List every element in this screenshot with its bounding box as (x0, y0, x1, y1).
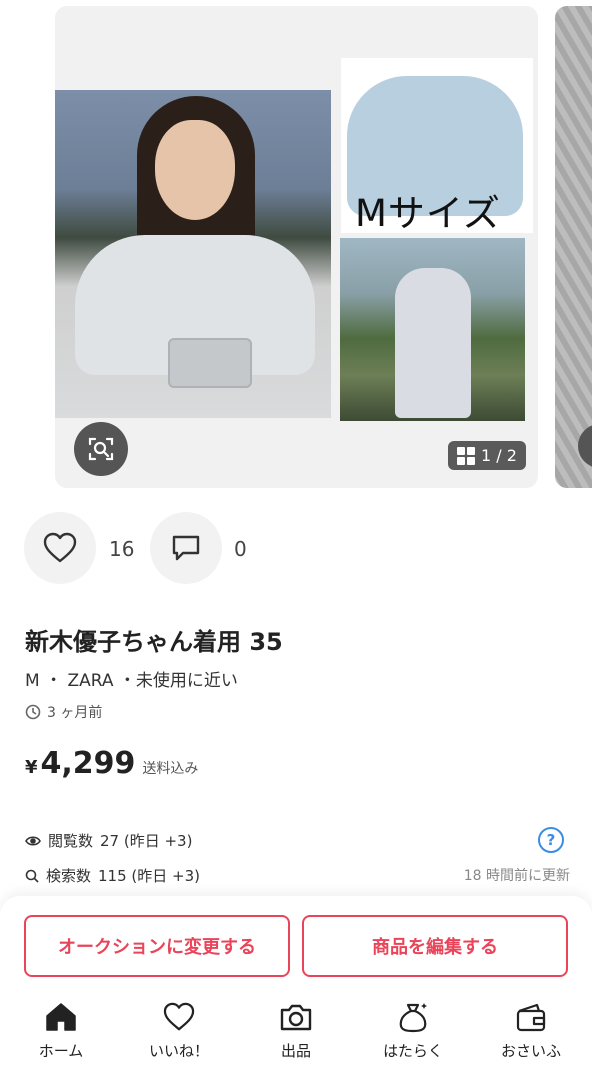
tab-likes-label: いいね！ (148, 1042, 209, 1060)
item-title: 新木優子ちゃん着用 35 (25, 628, 283, 656)
wallet-icon (516, 1003, 546, 1032)
price-currency: ¥ (25, 757, 38, 778)
help-icon[interactable]: ? (538, 827, 564, 853)
heart-icon (163, 1002, 195, 1031)
tab-wallet-label: おさいふ (500, 1042, 561, 1060)
tab-wallet[interactable]: おさいふ (476, 1000, 586, 1066)
price: ¥ 4,299 送料込み (25, 746, 198, 781)
grid-icon (457, 446, 475, 465)
heart-icon (43, 532, 77, 563)
comment-button[interactable] (150, 512, 222, 584)
bottom-action-sheet: オークションに変更する 商品を編集する ホーム いいね！ 出品 はたらく おさい… (0, 896, 592, 1080)
image-counter-text: 1 / 2 (481, 446, 517, 465)
change-to-auction-button[interactable]: オークションに変更する (24, 915, 290, 977)
clock-icon (25, 704, 41, 720)
comment-icon (172, 535, 200, 561)
item-image-card[interactable]: Mサイズ (55, 6, 538, 488)
image-carousel[interactable]: Mサイズ 1 / 2 (0, 0, 592, 500)
image-counter[interactable]: 1 / 2 (448, 441, 526, 470)
secondary-photo (340, 238, 525, 421)
camera-icon (280, 1004, 312, 1031)
size-overlay-text: Mサイズ (355, 192, 501, 235)
money-bag-icon (399, 1003, 427, 1033)
tab-likes[interactable]: いいね！ (124, 1000, 234, 1066)
posted-time-text: 3 ヶ月前 (47, 705, 103, 721)
tab-sell-label: 出品 (280, 1042, 311, 1060)
comment-count: 0 (234, 537, 247, 561)
search-icon (25, 869, 39, 883)
tab-sell[interactable]: 出品 (241, 1000, 351, 1066)
price-amount: 4,299 (40, 746, 136, 781)
tab-work-label: はたらく (383, 1042, 443, 1060)
image-search-button[interactable] (74, 422, 128, 476)
tab-home[interactable]: ホーム (6, 1000, 116, 1066)
searches-value: 115 (昨日 +3) (98, 867, 200, 885)
item-detail-page: Mサイズ 1 / 2 16 0 新木優子ちゃん着用 35 M ・ ZARA ・未… (0, 0, 592, 1080)
next-image-preview[interactable] (555, 6, 592, 488)
tab-work[interactable]: はたらく (358, 1000, 468, 1066)
edit-item-button[interactable]: 商品を編集する (302, 915, 568, 977)
home-icon (46, 1003, 76, 1031)
shipping-label: 送料込み (142, 761, 199, 777)
views-stat: 閲覧数 27 (昨日 +3) (25, 830, 192, 851)
tab-home-label: ホーム (38, 1042, 84, 1060)
image-search-icon (88, 437, 114, 461)
views-label: 閲覧数 (48, 832, 94, 850)
searches-label: 検索数 (46, 867, 92, 885)
bottom-tab-bar: ホーム いいね！ 出品 はたらく おさいふ (0, 1000, 592, 1066)
updated-time: 18 時間前に更新 (463, 868, 570, 884)
eye-icon (25, 835, 41, 846)
like-count: 16 (109, 537, 135, 561)
main-photo (55, 90, 331, 418)
posted-time: 3 ヶ月前 (25, 702, 102, 722)
item-meta: M ・ ZARA ・未使用に近い (25, 671, 238, 691)
searches-stat: 検索数 115 (昨日 +3) (25, 865, 200, 886)
like-button[interactable] (24, 512, 96, 584)
action-row: 16 0 (24, 512, 584, 584)
views-value: 27 (昨日 +3) (100, 832, 193, 850)
